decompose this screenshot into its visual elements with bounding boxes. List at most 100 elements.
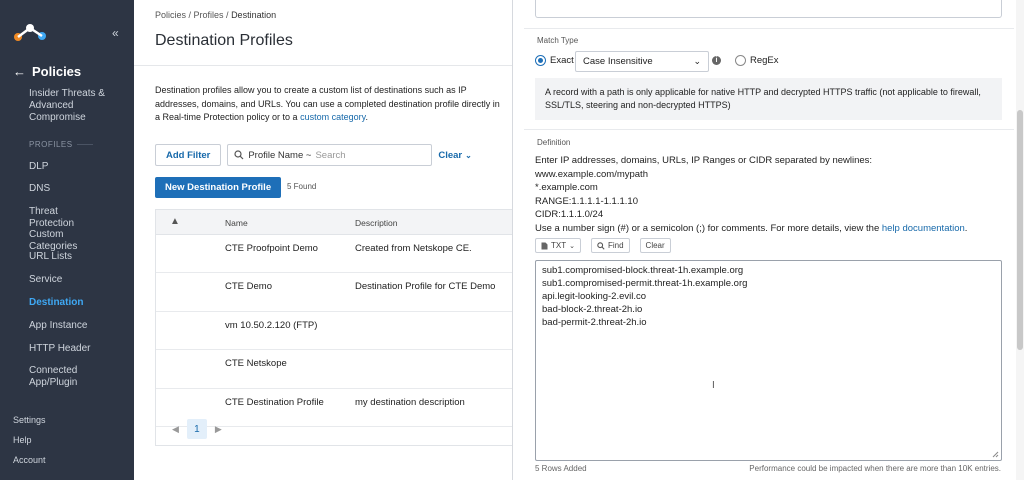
entry-line: api.legit-looking-2.evil.co [542,291,647,302]
def-line: CIDR:1.1.1.0/24 [535,209,604,220]
radio-regex[interactable]: RegEx [735,55,779,66]
definition-toolbar: TXT ⌄ Find Clear [535,238,671,253]
sidebar-nav: Insider Threats & Advanced Compromise PR… [0,86,134,408]
info-icon[interactable]: i [712,56,721,65]
def-line: Enter IP addresses, domains, URLs, IP Ra… [535,155,873,166]
netskope-logo-icon[interactable] [13,22,47,42]
divider [134,65,512,66]
sidebar-item-account[interactable]: Account [0,450,134,470]
add-filter-button[interactable]: Add Filter [155,144,222,166]
rows-added-count: 5 Rows Added [535,464,587,473]
table-header: ▲ Name Description [156,210,512,235]
sidebar-item-service[interactable]: Service [0,274,91,286]
breadcrumb-profiles[interactable]: Profiles [194,10,224,20]
sidebar-item-app-instance[interactable]: App Instance [0,320,116,332]
warning-icon: ▲ [170,216,180,227]
sidebar-bottom: Settings Help Account [0,410,134,470]
sidebar-item-connected-app[interactable]: Connected App/Plugin [0,365,134,389]
sidebar-item-settings[interactable]: Settings [0,410,134,430]
column-header-name[interactable]: Name [225,218,248,228]
table-row[interactable]: vm 10.50.2.120 (FTP) [156,312,512,351]
case-sensitivity-select[interactable]: Case Insensitive ⌄ [575,51,709,72]
entry-line: sub1.compromised-block.threat-1h.example… [542,265,744,276]
txt-label: TXT [551,241,567,250]
panel-scrollbar[interactable] [1016,0,1024,480]
sidebar-item-destination[interactable]: Destination [0,297,112,309]
page-title: Destination Profiles [155,32,293,49]
clear-label: Clear [438,149,463,161]
row-description: my destination description [355,396,465,408]
row-name[interactable]: CTE Proofpoint Demo [225,243,318,254]
txt-format-button[interactable]: TXT ⌄ [535,238,581,253]
profile-description-field[interactable] [535,0,1002,18]
divider [524,28,1014,29]
breadcrumb-policies[interactable]: Policies [155,10,186,20]
table-row[interactable]: CTE Proofpoint Demo Created from Netskop… [156,235,512,274]
row-name[interactable]: CTE Demo [225,281,272,292]
performance-note: Performance could be impacted when there… [749,464,1001,473]
collapse-sidebar-icon[interactable]: « [112,26,119,40]
pagination: ◀ 1 ▶ [172,419,222,439]
divider [524,129,1014,130]
radio-regex-label: RegEx [750,55,779,66]
sidebar-item-dns[interactable]: DNS [0,183,79,195]
table-row[interactable]: CTE Demo Destination Profile for CTE Dem… [156,273,512,312]
sidebar: « ← Policies Insider Threats & Advanced … [0,0,134,480]
filter-toolbar: Add Filter Profile Name ~ Search Clear ⌄ [155,144,472,166]
column-header-description[interactable]: Description [355,218,398,228]
breadcrumb: Policies / Profiles / Destination [155,10,276,20]
def-line: www.example.com/mypath [535,168,648,180]
def-comment-line: Use a number sign (#) or a semicolon (;)… [535,222,1005,236]
breadcrumb-separator: / [186,10,194,20]
scrollbar-thumb[interactable] [1017,110,1023,350]
breadcrumb-destination: Destination [231,10,277,20]
sidebar-item-insider-threats[interactable]: Insider Threats & Advanced Compromise [0,88,134,124]
sidebar-item-custom-categories[interactable]: Custom Categories [0,229,134,253]
destination-detail-panel: Match Type Exact Case Insensitive ⌄ i Re… [512,0,1024,480]
search-input[interactable]: Profile Name ~ Search [227,144,433,166]
entry-line: sub1.compromised-permit.threat-1h.exampl… [542,278,748,289]
find-button[interactable]: Find [590,238,630,253]
find-label: Find [607,241,624,250]
row-name[interactable]: vm 10.50.2.120 (FTP) [225,320,317,331]
select-value: Case Insensitive [583,56,653,67]
def-comment-suffix: . [964,222,968,234]
sidebar-section-profiles: PROFILES [0,140,134,149]
help-documentation-link[interactable]: help documentation [882,223,965,234]
clear-definition-button[interactable]: Clear [639,238,671,253]
resize-handle-icon[interactable] [992,451,999,458]
chevron-down-icon: ⌄ [693,56,701,66]
results-count: 5 Found [287,182,317,191]
radio-exact[interactable]: Exact [535,55,574,66]
radio-exact-label: Exact [550,55,574,66]
sidebar-item-threat-protection[interactable]: Threat Protection [0,206,134,230]
def-comment-text: Use a number sign (#) or a semicolon (;)… [535,222,882,234]
sidebar-item-url-lists[interactable]: URL Lists [0,251,101,263]
row-name[interactable]: CTE Destination Profile [225,397,324,408]
page-number[interactable]: 1 [186,419,207,439]
main-content: Policies / Profiles / Destination Destin… [134,0,512,480]
path-note: A record with a path is only applicable … [535,78,1002,120]
custom-category-link[interactable]: custom category [300,112,365,122]
description-suffix: . [365,112,368,122]
entry-line: bad-permit-2.threat-2h.io [542,317,647,328]
profiles-table: ▲ Name Description CTE Proofpoint Demo C… [155,209,512,446]
breadcrumb-separator: / [223,10,232,20]
clear-filter-button[interactable]: Clear ⌄ [438,150,471,161]
file-icon [541,242,548,249]
sidebar-section-title: Policies [32,64,82,79]
prev-page-icon[interactable]: ◀ [172,424,179,435]
sidebar-item-dlp[interactable]: DLP [0,161,77,173]
next-page-icon[interactable]: ▶ [215,424,222,435]
definition-textarea[interactable]: sub1.compromised-block.threat-1h.example… [535,260,1002,461]
sidebar-back-policies[interactable]: ← Policies [13,64,81,79]
table-row[interactable]: CTE Netskope [156,350,512,389]
row-description: Destination Profile for CTE Demo [355,281,496,293]
sidebar-item-help[interactable]: Help [0,430,134,450]
search-placeholder: Search [315,149,346,161]
sidebar-item-http-header[interactable]: HTTP Header [0,343,120,355]
search-key: Profile Name ~ [248,149,312,161]
row-name[interactable]: CTE Netskope [225,358,287,369]
new-destination-profile-button[interactable]: New Destination Profile [155,177,282,198]
definition-label: Definition [537,138,571,147]
